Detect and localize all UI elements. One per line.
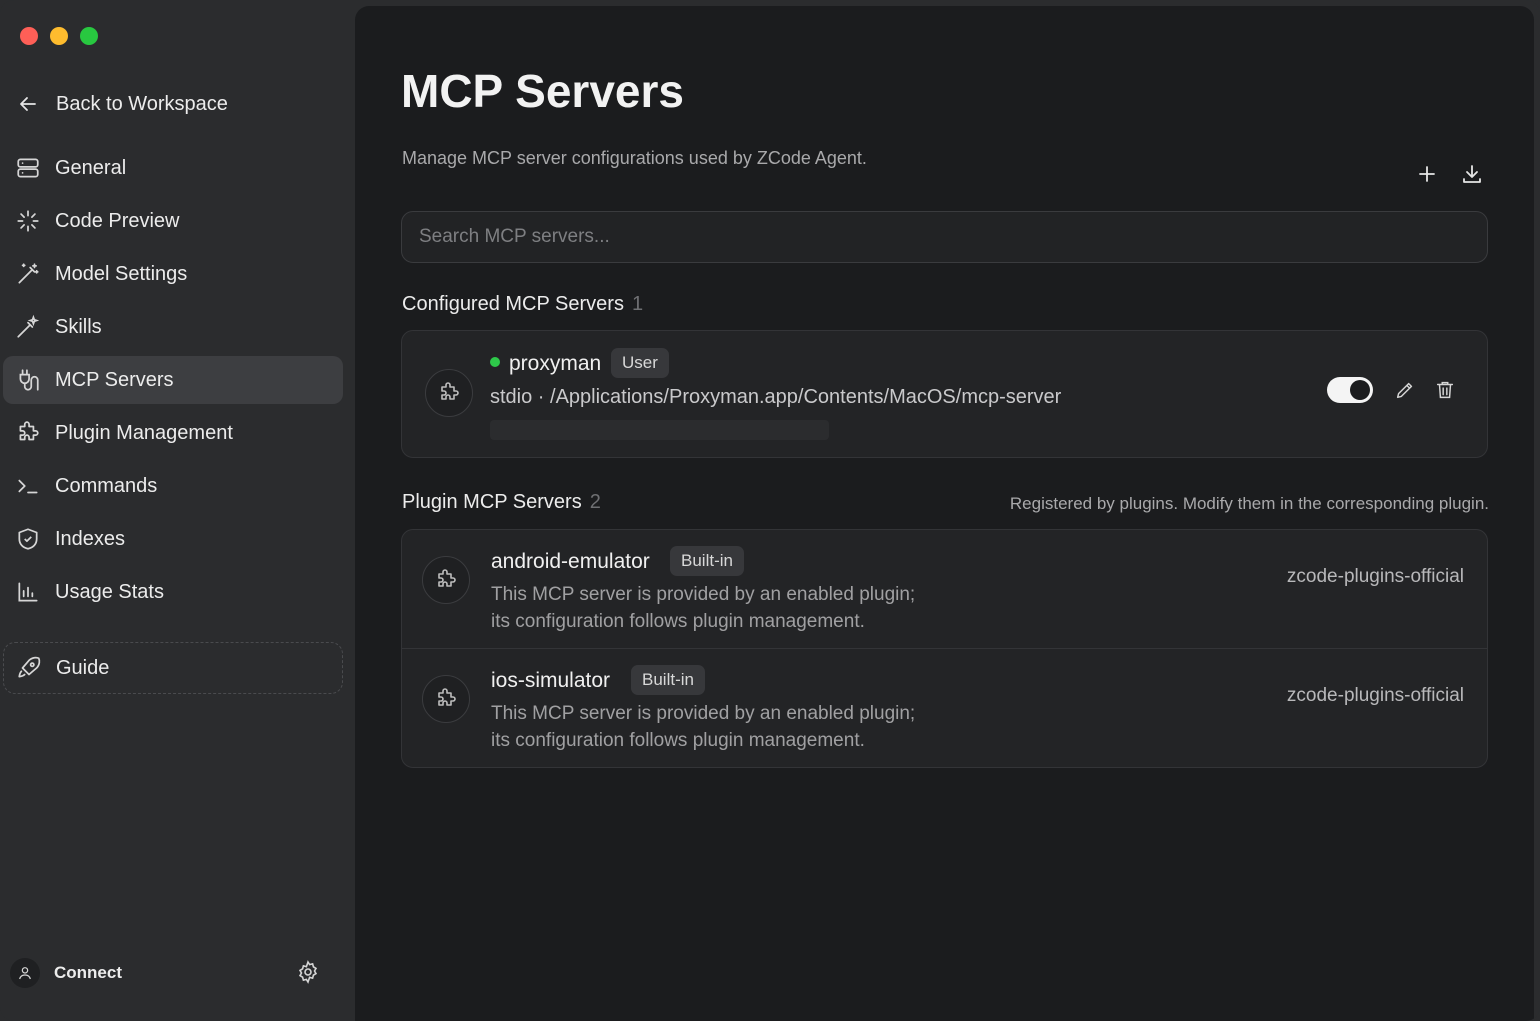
sidebar-item-indexes[interactable]: Indexes: [3, 515, 343, 563]
sidebar-item-skills[interactable]: Skills: [3, 303, 343, 351]
bar-chart-icon: [18, 582, 38, 602]
configured-section-heading: Configured MCP Servers 1: [402, 293, 643, 316]
description-line: its configuration follows plugin managem…: [491, 611, 865, 632]
description-line: This MCP server is provided by an enable…: [491, 703, 916, 724]
shield-icon: [18, 528, 38, 550]
plugin-section-heading: Plugin MCP Servers 2: [402, 491, 601, 514]
edit-icon[interactable]: [1394, 379, 1416, 401]
server-card-proxyman[interactable]: proxyman User stdio · /Applications/Prox…: [401, 330, 1488, 458]
server-name: proxyman: [509, 352, 602, 375]
sidebar-item-code-preview[interactable]: Code Preview: [3, 197, 343, 245]
sidebar-item-label: MCP Servers: [55, 368, 174, 391]
sidebar-item-label: Commands: [55, 474, 158, 497]
magic-wand-icon: [17, 314, 40, 338]
sidebar-item-label: Model Settings: [55, 262, 188, 285]
back-label: Back to Workspace: [56, 92, 228, 115]
server-source: zcode-plugins-official: [1286, 566, 1464, 587]
back-to-workspace-button[interactable]: Back to Workspace: [16, 86, 228, 122]
sidebar-item-model-settings[interactable]: Model Settings: [3, 250, 343, 298]
page-title: MCP Servers: [401, 65, 684, 117]
add-server-button[interactable]: [1415, 162, 1439, 186]
rocket-icon: [18, 656, 41, 678]
server-command: stdio · /Applications/Proxyman.app/Conte…: [490, 386, 1062, 408]
sidebar-item-plugin-management[interactable]: Plugin Management: [3, 409, 343, 457]
search-input[interactable]: [401, 211, 1488, 263]
sidebar-item-label: Skills: [55, 315, 102, 338]
server-source: zcode-plugins-official: [1286, 685, 1464, 706]
server-avatar: [425, 369, 473, 417]
server-icon: [17, 158, 39, 178]
sidebar-item-usage-stats[interactable]: Usage Stats: [3, 568, 343, 616]
section-count: 2: [589, 491, 601, 513]
server-badge: Built-in: [631, 665, 705, 695]
guide-label: Guide: [56, 656, 110, 679]
wand-icon: [18, 263, 39, 284]
arrow-left-icon: [20, 97, 36, 111]
enable-toggle[interactable]: [1327, 377, 1373, 403]
sidebar-item-commands[interactable]: Commands: [3, 462, 343, 510]
import-button[interactable]: [1460, 162, 1484, 186]
puzzle-icon: [19, 421, 39, 441]
list-item[interactable]: ios-simulator Built-in This MCP server i…: [402, 648, 1487, 767]
section-count: 1: [631, 293, 644, 315]
sidebar: Back to Workspace General Code Preview M…: [0, 0, 355, 1021]
toggle-knob: [1350, 380, 1370, 400]
redacted-bar: [490, 420, 829, 440]
sidebar-item-label: Code Preview: [55, 209, 180, 232]
description-line: its configuration follows plugin managem…: [491, 730, 865, 751]
server-badge: User: [611, 348, 669, 378]
sidebar-item-label: Indexes: [55, 527, 126, 550]
sidebar-item-label: Plugin Management: [55, 421, 233, 444]
plugin-servers-card: android-emulator Built-in This MCP serve…: [401, 529, 1488, 768]
server-description: This MCP server is provided by an enable…: [491, 700, 915, 754]
trash-icon[interactable]: [1434, 379, 1456, 401]
description-line: This MCP server is provided by an enable…: [491, 584, 916, 605]
app-window: Back to Workspace General Code Preview M…: [0, 0, 1540, 1021]
server-avatar: [422, 675, 470, 723]
settings-nav: General Code Preview Model Settings Skil…: [3, 144, 343, 621]
sidebar-footer: Connect: [10, 952, 320, 994]
server-description: This MCP server is provided by an enable…: [491, 581, 915, 635]
avatar[interactable]: [10, 958, 40, 988]
page-subtitle: Manage MCP server configurations used by…: [402, 148, 867, 168]
plugin-note: Registered by plugins. Modify them in th…: [1009, 494, 1489, 513]
connect-button[interactable]: Connect: [54, 963, 122, 983]
server-name: ios-simulator: [491, 669, 611, 692]
plug-icon: [19, 369, 39, 391]
puzzle-icon: [438, 688, 456, 706]
list-item[interactable]: android-emulator Built-in This MCP serve…: [402, 530, 1487, 648]
sidebar-item-label: General: [55, 156, 127, 179]
sidebar-item-label: Usage Stats: [55, 580, 164, 603]
section-title: Plugin MCP Servers: [402, 491, 582, 513]
sidebar-item-general[interactable]: General: [3, 144, 343, 192]
server-avatar: [422, 556, 470, 604]
status-dot: [490, 357, 500, 367]
gear-icon[interactable]: [296, 960, 320, 984]
main-panel: MCP Servers Manage MCP server configurat…: [355, 6, 1534, 1021]
section-title: Configured MCP Servers: [402, 293, 624, 315]
puzzle-icon: [438, 569, 456, 587]
terminal-icon: [18, 479, 38, 494]
puzzle-icon: [441, 382, 459, 400]
guide-button[interactable]: Guide: [3, 642, 343, 694]
server-name: android-emulator: [491, 550, 650, 573]
server-badge: Built-in: [670, 546, 744, 576]
sparkle-icon: [17, 210, 39, 232]
user-icon: [19, 967, 31, 980]
sidebar-item-mcp-servers[interactable]: MCP Servers: [3, 356, 343, 404]
